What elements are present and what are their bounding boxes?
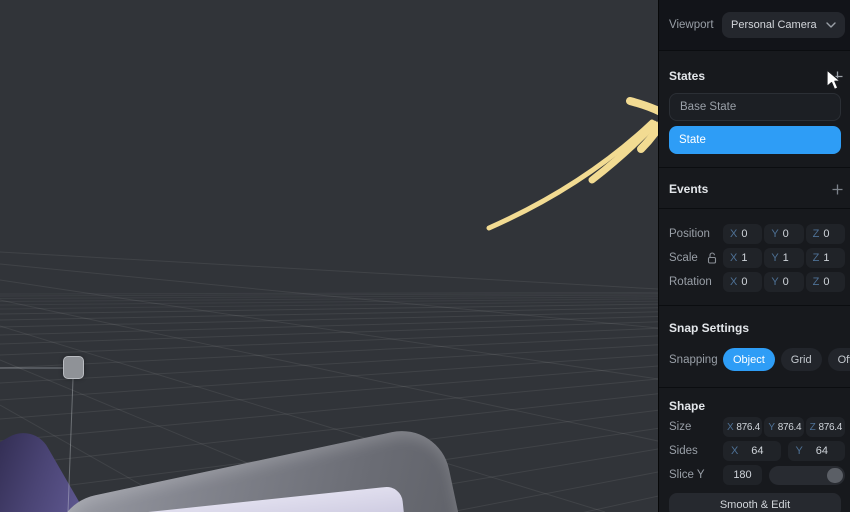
states-section: States Base State State	[659, 51, 850, 168]
app-window: Viewport Personal Camera States Base Sta…	[0, 0, 850, 512]
size-x-field[interactable]: X 876.4	[723, 417, 763, 437]
position-label: Position	[669, 228, 710, 240]
field-value: 0	[823, 228, 830, 240]
plus-icon	[832, 184, 842, 194]
slice-y-label: Slice Y	[669, 469, 705, 481]
field-value: 0	[782, 228, 789, 240]
slice-y-field[interactable]: 180	[723, 465, 762, 485]
scale-label: Scale	[669, 252, 723, 264]
axis-label: Z	[812, 276, 820, 288]
state-item-label: Base State	[680, 101, 737, 113]
add-event-button[interactable]	[829, 181, 845, 197]
position-z-field[interactable]: Z0	[805, 224, 845, 244]
shape-title: Shape	[669, 399, 706, 413]
axis-label: X	[730, 228, 738, 240]
axis-label: Y	[771, 228, 779, 240]
axis-label: Z	[812, 228, 820, 240]
snapping-label: Snapping	[669, 353, 718, 366]
rotation-row: Rotation X0 Y0 Z0	[669, 272, 845, 292]
size-z-field[interactable]: Z 876.4	[805, 417, 845, 437]
sides-y-field[interactable]: Y 64	[787, 441, 845, 461]
scale-x-field[interactable]: X1	[723, 248, 763, 268]
object-guide-lines	[0, 367, 74, 512]
position-x-field[interactable]: X0	[723, 224, 763, 244]
unlock-icon[interactable]	[707, 252, 717, 264]
position-y-field[interactable]: Y0	[764, 224, 804, 244]
size-row: Size X 876.4 Y 876.4 Z 876.4	[669, 417, 845, 437]
properties-panel: Viewport Personal Camera States Base Sta…	[658, 0, 850, 512]
snap-settings-section: Snap Settings Snapping Object Grid Off	[659, 306, 850, 388]
slice-y-slider[interactable]	[769, 465, 845, 485]
field-value: 1	[741, 252, 748, 264]
transform-section: Position X0 Y0 Z0 Scale X1 Y1 Z 1 Rotati…	[659, 209, 850, 306]
chevron-down-icon	[826, 22, 836, 28]
viewport-label: Viewport	[669, 19, 714, 31]
snapping-row: Snapping Object Grid Off	[669, 348, 850, 371]
field-value: 64	[815, 445, 829, 457]
field-value: 64	[751, 445, 764, 457]
slice-y-row: Slice Y 180	[669, 465, 845, 485]
scale-y-field[interactable]: Y1	[764, 248, 804, 268]
axis-label: Y	[795, 445, 803, 457]
perspective-grid	[0, 251, 658, 512]
scale-row: Scale X1 Y1 Z1	[669, 248, 845, 268]
position-row: Position X0 Y0 Z0	[669, 224, 845, 244]
snapping-option-off[interactable]: Off	[827, 348, 850, 371]
state-item-label: State	[679, 134, 706, 146]
field-value: 1	[782, 252, 789, 264]
state-item-state-selected[interactable]: State	[669, 126, 841, 154]
field-value: 0	[741, 276, 748, 288]
scale-label-text: Scale	[669, 252, 698, 264]
field-value: 180	[733, 469, 752, 481]
snapping-option-object[interactable]: Object	[723, 348, 775, 371]
axis-label: X	[730, 252, 738, 264]
viewport-row: Viewport Personal Camera	[659, 0, 850, 51]
field-value: 0	[782, 276, 789, 288]
events-section: Events	[659, 168, 850, 209]
events-title: Events	[669, 182, 709, 196]
size-label: Size	[669, 421, 692, 433]
field-value: 876.4	[818, 421, 842, 433]
3d-viewport[interactable]	[0, 0, 658, 512]
cube-drag-handle[interactable]	[63, 356, 84, 379]
camera-dropdown[interactable]: Personal Camera	[722, 12, 845, 38]
rotation-y-field[interactable]: Y0	[764, 272, 804, 292]
axis-label: Y	[768, 421, 775, 433]
sides-label: Sides	[669, 445, 698, 457]
state-item-base-state[interactable]: Base State	[669, 93, 841, 121]
field-value: 1	[823, 252, 830, 264]
field-value: 0	[823, 276, 830, 288]
mouse-cursor-icon	[826, 69, 841, 90]
annotation-arrow-icon	[486, 97, 658, 231]
states-title: States	[669, 69, 706, 83]
shape-section: Shape Size X 876.4 Y 876.4 Z 876.4 Sides X6…	[659, 388, 850, 512]
rounded-cube-3d-object[interactable]	[47, 422, 473, 512]
axis-label: Z	[809, 421, 816, 433]
slider-knob[interactable]	[827, 467, 843, 483]
rotation-label: Rotation	[669, 276, 712, 288]
axis-label: Y	[771, 252, 779, 264]
field-value: 0	[741, 228, 748, 240]
axis-label: X	[727, 421, 734, 433]
axis-label: X	[730, 276, 738, 288]
camera-dropdown-value: Personal Camera	[731, 19, 817, 31]
smooth-edit-button[interactable]: Smooth & Edit	[669, 493, 841, 512]
field-value: 876.4	[777, 421, 802, 433]
snapping-option-grid[interactable]: Grid	[780, 348, 822, 371]
rotation-z-field[interactable]: Z0	[805, 272, 845, 292]
scale-z-field[interactable]: Z1	[805, 248, 845, 268]
axis-label: Y	[771, 276, 779, 288]
axis-label: Z	[812, 252, 820, 264]
size-y-field[interactable]: Y 876.4	[764, 417, 804, 437]
sides-row: Sides X 64 Y 64	[669, 441, 845, 461]
snap-settings-title: Snap Settings	[669, 321, 750, 335]
rotation-x-field[interactable]: X0	[723, 272, 763, 292]
field-value: 876.4	[736, 421, 760, 433]
axis-label: X	[731, 445, 739, 457]
sides-x-field[interactable]: X 64	[723, 441, 781, 461]
